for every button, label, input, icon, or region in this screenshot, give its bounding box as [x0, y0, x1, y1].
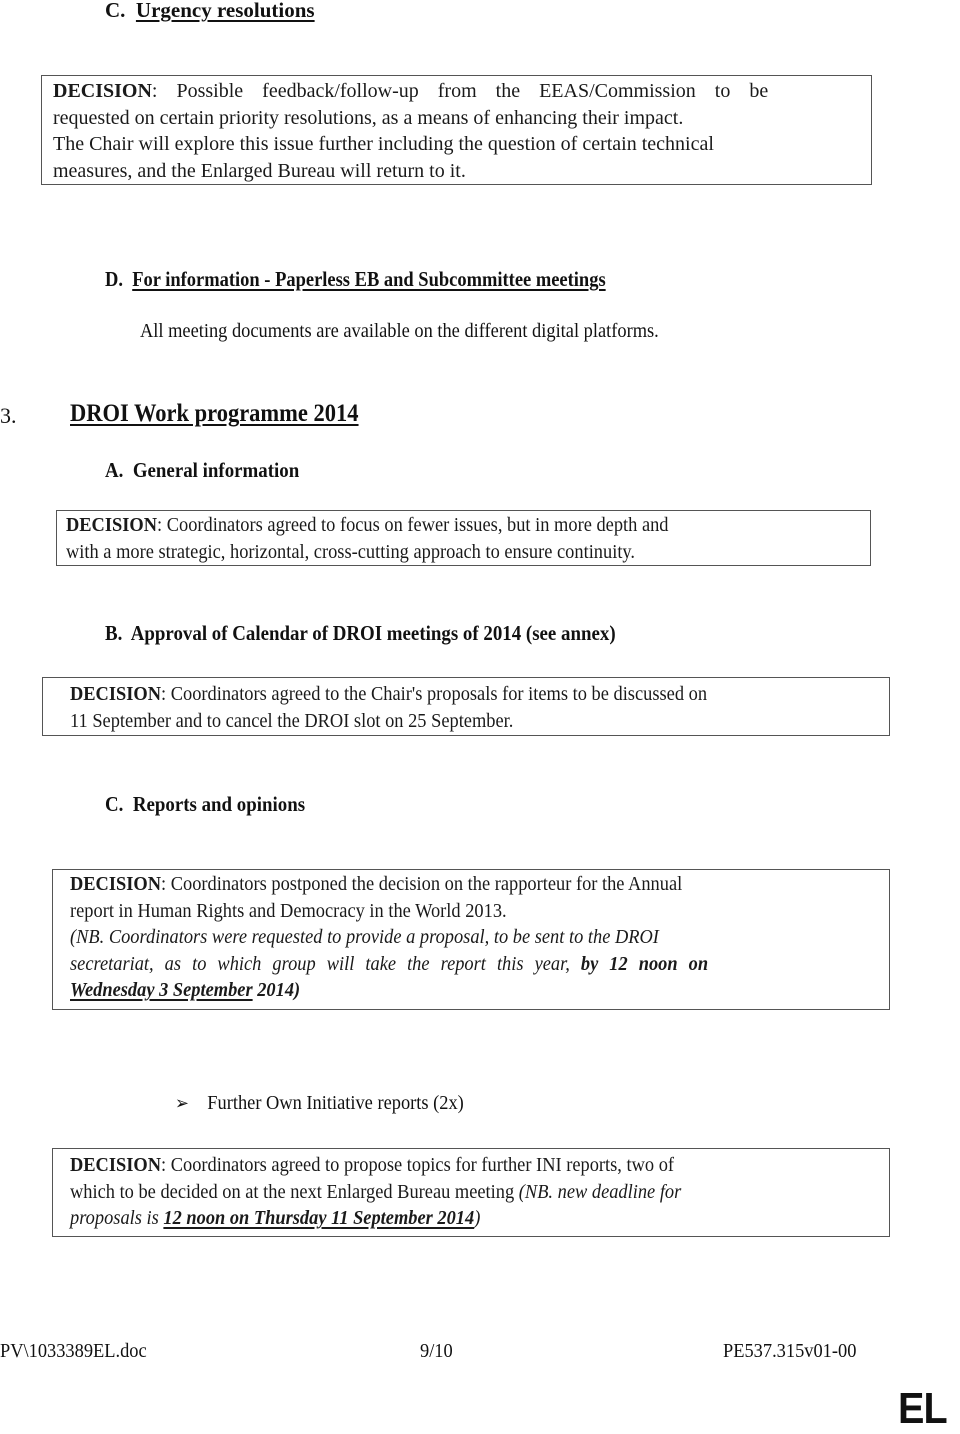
urgency-title: Urgency resolutions — [135, 0, 315, 22]
urgency-decision-line-2: requested on certain priority resolution… — [53, 106, 684, 129]
ini-decision-line-1: DECISION: Coordinators agreed to propose… — [70, 1154, 675, 1176]
ini-decision-line-3: proposals is 12 noon on Thursday 11 Sept… — [70, 1207, 481, 1229]
decision-label: DECISION — [70, 1154, 162, 1176]
reports-title: Reports and opinions — [132, 792, 306, 816]
reports-letter: C. — [105, 792, 124, 816]
ini-deadline-date: 12 noon on Thursday 11 September 2014 — [163, 1207, 475, 1229]
footer-doc-ref: PV\1033389EL.doc — [0, 1340, 147, 1362]
urgency-heading: C. Urgency resolutions — [105, 0, 315, 23]
reports-deadline-date: Wednesday 3 September — [70, 979, 253, 1001]
work-programme-title: DROI Work programme 2014 — [70, 400, 359, 427]
decision-label: DECISION — [70, 683, 162, 705]
ini-bullet-item: ➢ Further Own Initiative reports (2x) — [175, 1092, 464, 1115]
general-info-decision-box: DECISION: Coordinators agreed to focus o… — [56, 510, 871, 566]
calendar-decision-box: DECISION: Coordinators agreed to the Cha… — [42, 677, 890, 736]
reports-nb-line-1: (NB. Coordinators were requested to prov… — [70, 926, 659, 948]
paperless-body: All meeting documents are available on t… — [140, 320, 659, 342]
reports-decision-box: DECISION: Coordinators postponed the dec… — [52, 869, 890, 1010]
decision-label: DECISION — [53, 80, 152, 102]
general-info-heading: A. General information — [105, 458, 299, 483]
paperless-letter: D. — [105, 267, 123, 291]
paperless-title: For information - Paperless EB and Subco… — [132, 267, 606, 291]
paperless-heading: D. For information - Paperless EB and Su… — [105, 267, 606, 292]
urgency-decision-line-1: DECISION: Possible feedback/follow-up fr… — [53, 80, 769, 102]
arrow-bullet-icon: ➢ — [175, 1093, 189, 1113]
calendar-heading: B. Approval of Calendar of DROI meetings… — [105, 621, 616, 646]
footer-language-code: EL — [898, 1384, 948, 1433]
work-programme-number: 3. — [0, 403, 17, 428]
reports-decision-line-1: DECISION: Coordinators postponed the dec… — [70, 873, 683, 895]
decision-label: DECISION — [70, 873, 162, 895]
urgency-letter: C. — [105, 0, 126, 22]
ini-decision-box: DECISION: Coordinators agreed to propose… — [52, 1148, 890, 1237]
calendar-decision-line-2: 11 September and to cancel the DROI slot… — [70, 709, 514, 732]
general-decision-line-1: DECISION: Coordinators agreed to focus o… — [66, 514, 669, 536]
reports-nb-line-2: secretariat, as to which group will take… — [70, 952, 709, 975]
reports-decision-line-2: report in Human Rights and Democracy in … — [70, 899, 507, 922]
footer-pe-ref: PE537.315v01-00 — [723, 1340, 857, 1362]
calendar-decision-line-1: DECISION: Coordinators agreed to the Cha… — [70, 683, 708, 705]
footer-page-number: 9/10 — [420, 1340, 453, 1362]
urgency-decision-line-4: measures, and the Enlarged Bureau will r… — [53, 159, 466, 182]
reports-deadline-bold: by 12 noon on — [580, 952, 709, 975]
general-decision-line-2: with a more strategic, horizontal, cross… — [66, 540, 636, 563]
general-info-title: General information — [132, 458, 300, 482]
decision-label: DECISION — [66, 514, 158, 536]
reports-heading: C. Reports and opinions — [105, 792, 305, 817]
urgency-decision-box: DECISION: Possible feedback/follow-up fr… — [41, 75, 872, 185]
calendar-letter: B. — [105, 621, 123, 645]
ini-title: Further Own Initiative reports (2x) — [207, 1092, 464, 1114]
ini-decision-line-2: which to be decided on at the next Enlar… — [70, 1180, 682, 1203]
general-info-letter: A. — [105, 458, 124, 482]
urgency-decision-line-3: The Chair will explore this issue furthe… — [53, 133, 714, 155]
reports-nb-line-3: Wednesday 3 September 2014) — [70, 979, 301, 1001]
calendar-title: Approval of Calendar of DROI meetings of… — [130, 621, 616, 645]
